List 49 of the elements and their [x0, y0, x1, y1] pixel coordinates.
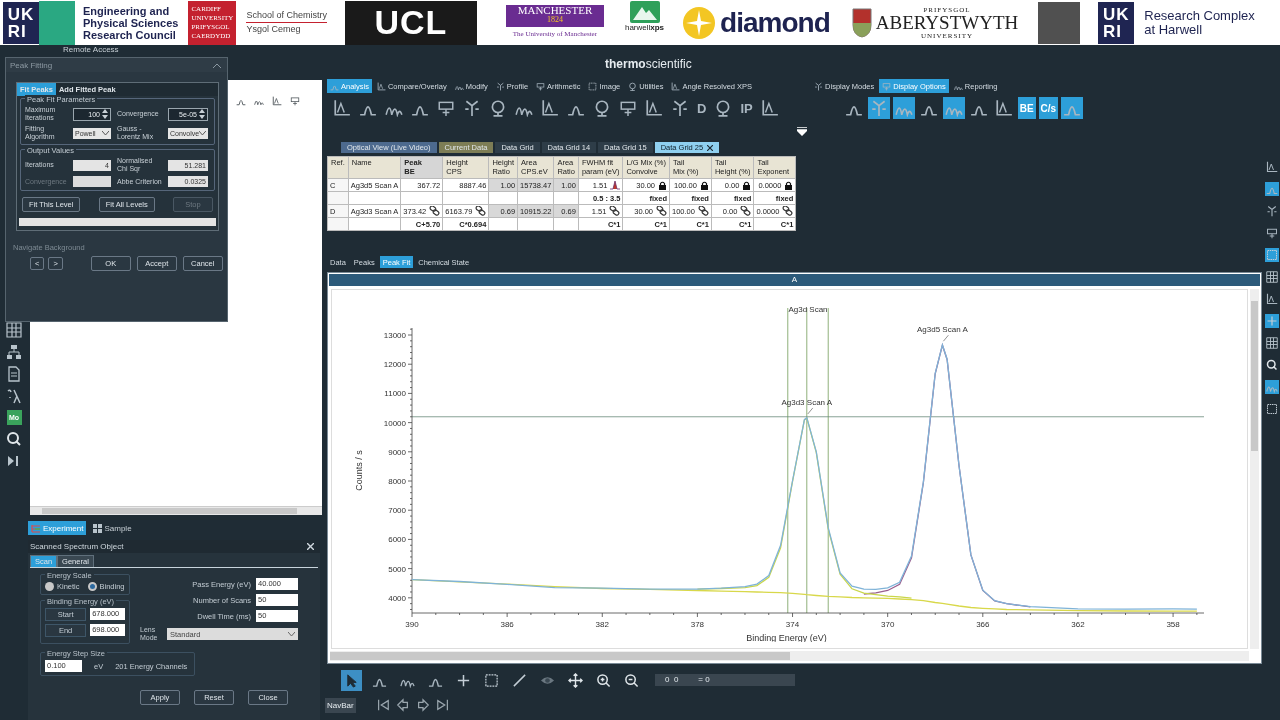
- logo-text: UK: [7, 5, 35, 23]
- tick-label: 12000: [383, 360, 406, 370]
- logo-text: at Harwell: [1144, 22, 1204, 37]
- tick-label: 7000: [388, 506, 406, 516]
- toolbar-label: NavBar: [325, 697, 356, 713]
- window-title: Remote Access: [63, 45, 119, 54]
- logo-text: MANCHESTER: [505, 5, 604, 16]
- logo-text: UCL: [374, 3, 448, 42]
- tick-label: 386: [500, 620, 514, 629]
- tick-label: 374: [785, 620, 800, 629]
- tick-label: 362: [1071, 620, 1085, 629]
- tick-label: 4000: [388, 593, 406, 603]
- logo-text: Research Council: [83, 28, 177, 41]
- tick-label: 382: [595, 620, 609, 629]
- peak-label: Ag3d5 Scan A: [917, 325, 968, 335]
- tick-label: 370: [881, 620, 895, 629]
- peak-label: Ag3d3 Scan A: [781, 397, 833, 407]
- axis-title: Counts / s: [354, 450, 364, 491]
- logo-text: School of Chemistry: [246, 9, 327, 23]
- logo-text: 1824: [505, 16, 604, 27]
- readout: 0 0: [664, 674, 680, 686]
- logo-text: RI: [7, 22, 28, 40]
- logo-text: Ysgol Cemeg: [246, 23, 302, 36]
- tick-label: 390: [405, 620, 419, 629]
- logo-text: RI: [1102, 22, 1123, 40]
- tick-label: 5000: [388, 564, 406, 574]
- tick-label: 6000: [388, 535, 406, 545]
- tick-label: 11000: [384, 389, 406, 399]
- logo-text: ABERYSTWYTH: [875, 13, 1019, 32]
- tick-label: 358: [1166, 620, 1180, 629]
- dialog-title: Peak Fitting: [10, 60, 53, 70]
- tick-label: 8000: [388, 477, 406, 486]
- logo-text: Engineering and: [83, 4, 171, 17]
- logo-text: harwellxps: [624, 22, 665, 32]
- axis-title: Binding Energy (eV): [746, 633, 827, 642]
- panel-title: Scanned Spectrum Object: [30, 542, 124, 551]
- tick-label: 10000: [383, 418, 406, 428]
- tick-label: 378: [690, 620, 705, 629]
- tick-label: 9000: [388, 447, 406, 457]
- logo-text: UK: [1102, 5, 1130, 23]
- tick-label: 13000: [383, 331, 406, 340]
- brand-logo: thermoscientific: [605, 57, 693, 71]
- logo-text: Physical Sciences: [83, 16, 179, 29]
- logo-text: Research Complex: [1144, 8, 1255, 23]
- readout: = 0: [697, 674, 711, 686]
- tick-label: 366: [976, 620, 990, 629]
- chart-title: Ag3d Scan: [788, 305, 828, 314]
- logo-text: diamond: [720, 6, 830, 39]
- panel-title: A: [329, 274, 1260, 286]
